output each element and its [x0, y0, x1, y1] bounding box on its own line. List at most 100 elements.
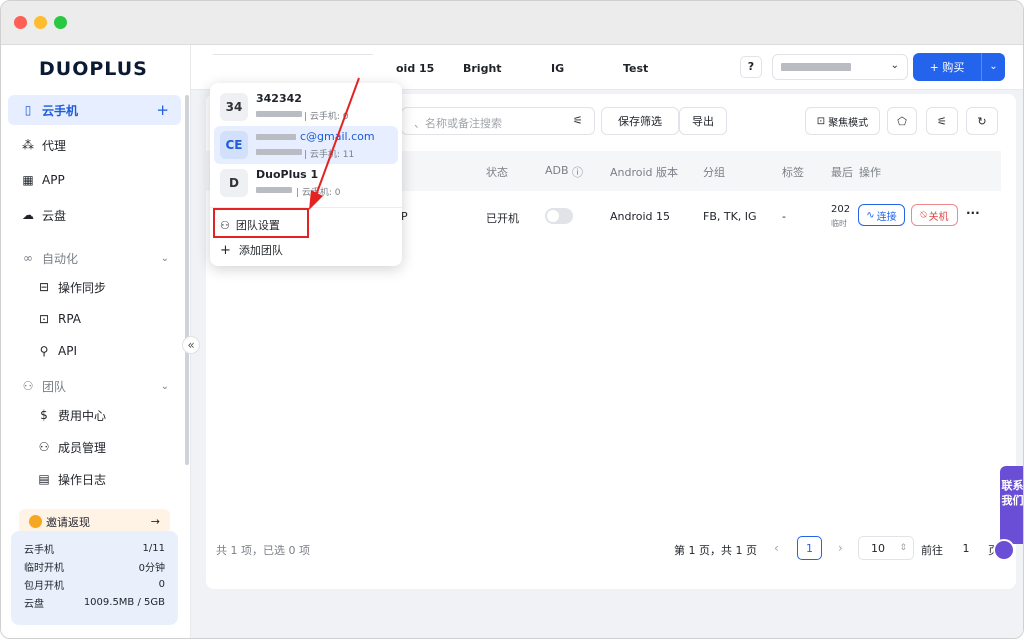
shutdown-button[interactable]: ⍉ 关机	[911, 204, 958, 226]
team-icon: ⚇	[22, 379, 34, 393]
status-text: 已开机	[486, 212, 519, 225]
tag-value: -	[782, 210, 786, 223]
shutdown-label: 关机	[928, 211, 949, 223]
column-header: 标签	[782, 166, 804, 179]
last-time-type: 临时	[831, 219, 847, 228]
chevron-down-icon: ⌄	[160, 380, 169, 392]
sidebar-group-label: 自动化	[42, 251, 79, 266]
goto-page-input[interactable]: 1	[948, 536, 984, 560]
pulse-icon: ∿	[866, 209, 875, 221]
tab-android15[interactable]: oid 15	[396, 62, 434, 75]
tag-icon[interactable]: ⬠	[887, 107, 917, 135]
page-button[interactable]: 1	[797, 536, 822, 560]
page-info: 第 1 页，共 1 页	[674, 544, 757, 557]
sidebar-item-label: 代理	[42, 138, 67, 153]
sidebar-item-members[interactable]: ⚇ 成员管理	[8, 432, 181, 462]
focus-mode-button[interactable]: ⊡ 聚焦模式	[805, 107, 880, 135]
focus-mode-label: 聚焦模式	[828, 117, 869, 129]
connect-label: 连接	[876, 211, 897, 223]
power-off-icon: ⍉	[920, 209, 927, 221]
group-value: FB, TK, IG	[703, 210, 757, 223]
api-icon: ⚲	[39, 344, 49, 358]
add-phone-icon[interactable]: +	[156, 101, 169, 119]
connect-button[interactable]: ∿ 连接	[858, 204, 905, 226]
stat-row: 包月开机 0	[24, 575, 165, 593]
stat-value: 1009.5MB / 5GB	[83, 596, 165, 608]
chevron-down-icon[interactable]: ⌄	[981, 53, 1005, 81]
redacted-text	[256, 134, 296, 140]
more-icon[interactable]: ···	[966, 206, 980, 220]
stepper-icon: ⇕	[899, 543, 907, 553]
add-team-label: 添加团队	[238, 244, 283, 257]
column-header: 状态	[486, 166, 508, 179]
dollar-icon: $	[40, 408, 48, 422]
redacted-text	[256, 111, 302, 117]
tab-ig[interactable]: IG	[551, 62, 564, 75]
sidebar-item-rpa[interactable]: ⊡ RPA	[8, 304, 181, 334]
team-badge: D	[220, 169, 248, 197]
chevron-down-icon: ⌄	[890, 60, 899, 71]
tab-test[interactable]: Test	[623, 62, 648, 75]
sidebar-item-label: 费用中心	[58, 408, 107, 423]
sidebar-item-label: 操作同步	[58, 280, 107, 295]
redacted-text	[256, 187, 292, 193]
sidebar-item-sync[interactable]: ⊟ 操作同步	[8, 272, 181, 302]
column-header: ADB	[545, 164, 569, 177]
sidebar-item-billing[interactable]: $ 费用中心	[8, 400, 181, 430]
members-icon: ⚇	[38, 440, 50, 454]
column-header: 分组	[703, 166, 725, 179]
settings-icon[interactable]: ⚟	[926, 107, 958, 135]
next-page-icon[interactable]: ›	[838, 541, 843, 555]
maximize-window-button[interactable]	[54, 16, 67, 29]
sidebar-item-app[interactable]: ▦ APP	[8, 165, 181, 195]
adb-toggle[interactable]	[545, 208, 573, 224]
buy-button[interactable]: + 购买 ⌄	[913, 53, 1005, 81]
sidebar-item-logs[interactable]: ▤ 操作日志	[8, 464, 181, 494]
save-filter-button[interactable]: 保存筛选	[601, 107, 679, 135]
annotation-arrow	[309, 77, 360, 210]
sync-icon: ⊟	[38, 280, 50, 294]
selection-summary: 共 1 项，已选 0 项	[216, 544, 310, 557]
redacted-text	[256, 149, 302, 155]
account-selector[interactable]: ⌄	[772, 54, 908, 80]
page-size-select[interactable]: 10 ⇕	[858, 536, 914, 560]
sidebar-item-label: 云盘	[42, 208, 67, 223]
robot-icon: ⊡	[38, 312, 50, 326]
brand-logo: DUOPLUS	[39, 58, 148, 80]
filter-icon[interactable]: ⚟	[573, 114, 583, 127]
close-window-button[interactable]	[14, 16, 27, 29]
log-icon: ▤	[38, 472, 50, 486]
refresh-icon[interactable]: ↻	[966, 107, 998, 135]
minimize-window-button[interactable]	[34, 16, 47, 29]
sidebar-item-label: 操作日志	[58, 472, 107, 487]
sidebar-item-label: APP	[42, 173, 65, 187]
sidebar-item-proxy[interactable]: ⁂ 代理	[8, 130, 181, 160]
contact-us-tab[interactable]: 联系我们	[1000, 466, 1023, 544]
collapse-sidebar-icon[interactable]: «	[182, 336, 200, 354]
add-team-item[interactable]: + 添加团队	[220, 242, 283, 258]
sidebar-group-automation[interactable]: ∞ 自动化 ⌄	[8, 243, 181, 273]
usage-stats: 云手机 1/11 临时开机 0分钟 包月开机 0 云盘 1009.5MB / 5GB	[11, 531, 178, 625]
sidebar-scrollbar[interactable]	[185, 95, 189, 465]
arrow-right-icon: →	[150, 515, 160, 528]
chat-icon[interactable]	[993, 539, 1015, 561]
stat-row: 云手机 1/11	[24, 539, 165, 557]
help-icon[interactable]: ?	[740, 56, 762, 78]
column-header: Android 版本	[610, 166, 679, 179]
team-badge: 34	[220, 93, 248, 121]
search-input[interactable]: 、名称或备注搜索	[401, 107, 595, 135]
export-button[interactable]: 导出	[679, 107, 727, 135]
sidebar-item-api[interactable]: ⚲ API	[8, 336, 181, 366]
column-header: 操作	[859, 166, 881, 179]
sidebar-item-cloud-phone[interactable]: ▯ 云手机 +	[8, 95, 181, 125]
focus-icon: ⊡	[816, 115, 826, 127]
group-tabs: oid 15 Bright IG Test	[206, 55, 679, 85]
sidebar-item-cloud-drive[interactable]: ☁ 云盘	[8, 200, 181, 230]
page-size-value: 10	[871, 541, 885, 555]
stat-label: 临时开机	[24, 562, 64, 574]
prev-page-icon[interactable]: ‹	[774, 541, 779, 555]
stat-label: 云手机	[24, 544, 54, 556]
tab-bright[interactable]: Bright	[463, 62, 502, 75]
sidebar-item-label: 成员管理	[58, 440, 107, 455]
sidebar-group-team[interactable]: ⚇ 团队 ⌄	[8, 371, 181, 401]
